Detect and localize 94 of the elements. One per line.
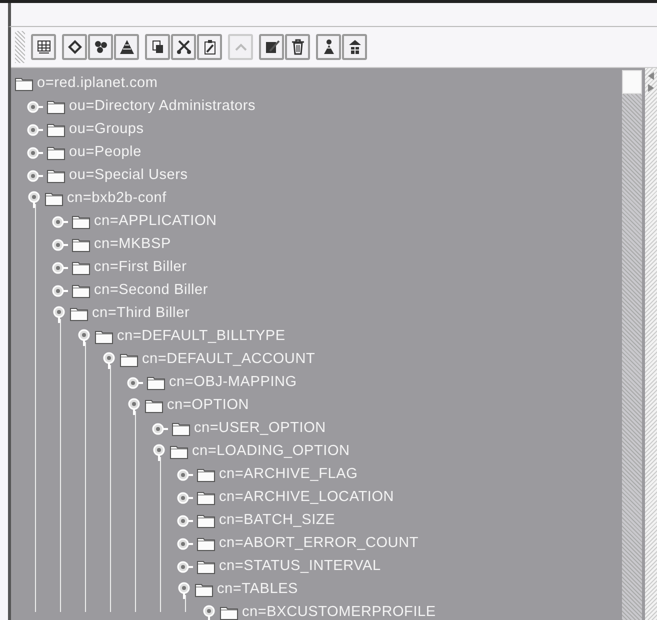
tree-node-label[interactable]: cn=Second Biller — [94, 279, 208, 302]
folder-icon — [120, 352, 138, 366]
folder-icon — [47, 168, 65, 182]
tree-node-label[interactable]: cn=USER_OPTION — [194, 417, 326, 440]
folder-icon — [195, 582, 213, 596]
folder-icon — [147, 376, 165, 390]
toolbar-button[interactable] — [342, 34, 367, 60]
tree-node-label[interactable]: ou=People — [69, 141, 142, 164]
folder-icon — [47, 122, 65, 136]
expanded-handle-icon[interactable] — [77, 328, 91, 346]
tree-node-label[interactable]: ou=Directory Administrators — [69, 95, 256, 118]
folder-icon — [72, 238, 90, 252]
tree-node-label[interactable]: cn=DEFAULT_ACCOUNT — [142, 348, 316, 371]
tree-node-label[interactable]: o=red.iplanet.com — [37, 72, 158, 95]
collapsed-handle-icon[interactable] — [177, 536, 193, 550]
tree-node-label[interactable]: cn=ARCHIVE_FLAG — [219, 463, 358, 486]
collapsed-handle-icon[interactable] — [52, 260, 68, 274]
folder-icon — [72, 260, 90, 274]
collapsed-handle-icon[interactable] — [27, 100, 43, 114]
tree-node-label[interactable]: cn=ARCHIVE_LOCATION — [219, 486, 394, 509]
folder-icon — [95, 330, 113, 344]
collapsed-handle-icon[interactable] — [177, 560, 193, 574]
diamond-icon — [66, 39, 82, 55]
expanded-handle-icon[interactable] — [102, 350, 116, 368]
toolbar-button[interactable] — [316, 34, 341, 60]
tree-node-label[interactable]: cn=bxb2b-conf — [67, 187, 166, 210]
folder-icon — [47, 146, 65, 160]
tree-node-label[interactable]: cn=TABLES — [217, 578, 298, 601]
folder-icon — [145, 398, 163, 412]
toolbar-button[interactable] — [259, 34, 284, 60]
tree-node-label[interactable]: cn=APPLICATION — [94, 210, 217, 233]
folder-icon — [47, 100, 65, 114]
tree-node-label[interactable]: cn=Third Biller — [92, 302, 190, 325]
tree-node-label[interactable]: cn=ABORT_ERROR_COUNT — [219, 532, 419, 555]
expanded-handle-icon[interactable] — [27, 190, 41, 208]
toolbar-button[interactable] — [197, 34, 222, 60]
folder-icon — [72, 284, 90, 298]
collapsed-handle-icon[interactable] — [177, 514, 193, 528]
toolbar-button[interactable] — [31, 34, 56, 60]
folder-icon — [72, 214, 90, 228]
collapsed-handle-icon[interactable] — [52, 238, 68, 252]
tree-node-label[interactable]: cn=OBJ-MAPPING — [169, 371, 297, 394]
toolbar-button[interactable] — [171, 34, 196, 60]
expanded-handle-icon[interactable] — [152, 442, 166, 460]
collapsed-handle-icon[interactable] — [52, 214, 68, 228]
collapsed-handle-icon[interactable] — [177, 490, 193, 504]
folder-icon — [15, 76, 33, 90]
expanded-handle-icon[interactable] — [52, 304, 66, 322]
tree-node-label[interactable]: cn=First Biller — [94, 256, 187, 279]
collapsed-handle-icon[interactable] — [177, 468, 193, 482]
copy-icon — [150, 39, 166, 55]
collapsed-handle-icon[interactable] — [52, 284, 68, 298]
tree-node-label[interactable]: cn=STATUS_INTERVAL — [219, 555, 381, 578]
left-arrow-icon[interactable] — [648, 72, 654, 80]
grid-icon — [36, 39, 52, 55]
tree-node-label[interactable]: ou=Special Users — [69, 164, 188, 187]
folder-icon — [197, 514, 215, 528]
pencil-icon — [264, 39, 280, 55]
cluster-icon — [92, 39, 108, 55]
toolbar-button[interactable] — [62, 34, 87, 60]
folder-icon — [197, 536, 215, 550]
folder-icon — [170, 444, 188, 458]
collapsed-handle-icon[interactable] — [127, 376, 143, 390]
pyramid-icon — [118, 39, 134, 55]
folder-icon — [45, 192, 63, 206]
folder-icon — [197, 490, 215, 504]
folder-icon — [197, 468, 215, 482]
tree-node-label[interactable]: cn=LOADING_OPTION — [192, 440, 350, 463]
clipboard-icon — [202, 39, 218, 55]
toolbar-button[interactable] — [285, 34, 310, 60]
tree-node-label[interactable]: cn=OPTION — [167, 394, 250, 417]
expanded-handle-icon[interactable] — [202, 604, 216, 620]
expanded-handle-icon[interactable] — [177, 580, 191, 598]
folder-icon — [172, 422, 190, 436]
collapsed-handle-icon[interactable] — [27, 168, 43, 182]
toolbar-grip[interactable] — [15, 31, 25, 63]
folder-icon — [70, 306, 88, 320]
right-arrow-icon[interactable] — [648, 84, 654, 92]
tree-node-label[interactable]: cn=BXCUSTOMERPROFILE — [242, 601, 436, 620]
scrollbar-thumb[interactable] — [622, 70, 642, 94]
toolbar-button[interactable] — [88, 34, 113, 60]
tree-node-label[interactable]: cn=DEFAULT_BILLTYPE — [117, 325, 286, 348]
toolbar-button[interactable] — [114, 34, 139, 60]
folder-icon — [197, 560, 215, 574]
tree-node-label[interactable]: cn=MKBSP — [94, 233, 171, 256]
expanded-handle-icon[interactable] — [127, 396, 141, 414]
collapsed-handle-icon[interactable] — [152, 422, 168, 436]
collapsed-handle-icon[interactable] — [27, 146, 43, 160]
toolbar-button[interactable] — [145, 34, 170, 60]
collapsed-handle-icon[interactable] — [27, 122, 43, 136]
trash-icon — [290, 39, 306, 55]
scissors-icon — [176, 39, 192, 55]
tree-node-label[interactable]: cn=BATCH_SIZE — [219, 509, 336, 532]
tree-node-label[interactable]: ou=Groups — [69, 118, 144, 141]
